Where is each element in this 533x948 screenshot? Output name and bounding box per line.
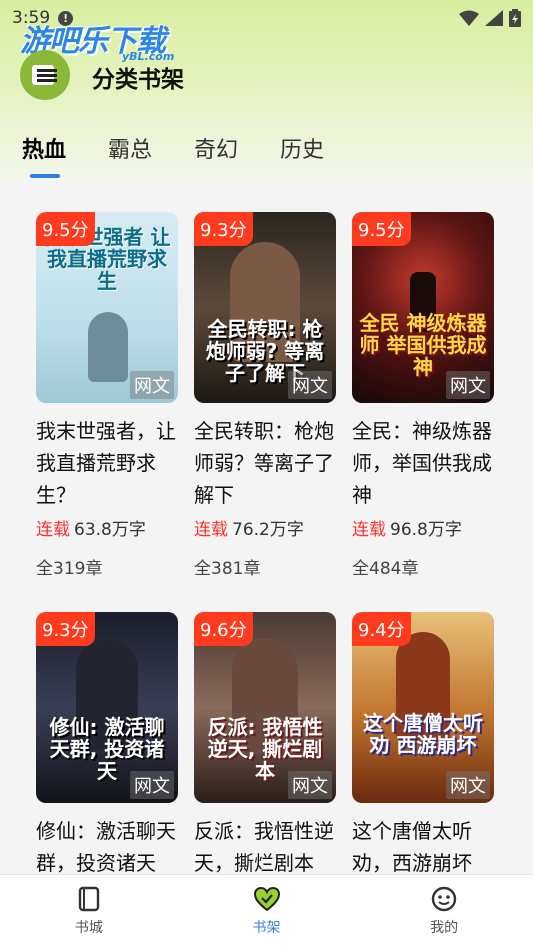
nav-label: 我的	[430, 920, 459, 936]
genre-tag: 网文	[446, 371, 490, 399]
nav-label: 书架	[252, 920, 281, 936]
score-badge: 9.3分	[194, 212, 253, 246]
nav-bookshelf[interactable]: 书架	[178, 875, 356, 948]
book-card[interactable]: 我末世强者 让我直播荒野求生 9.5分 网文 我末世强者，让我直播荒野求生？ 连…	[36, 212, 178, 579]
smile-icon	[431, 886, 457, 912]
book-icon	[78, 886, 100, 912]
nav-profile[interactable]: 我的	[355, 875, 533, 948]
book-meta: 连载 76.2万字	[194, 515, 336, 540]
tab-rexue[interactable]: 热血	[22, 132, 66, 164]
bottom-nav: 书城 书架 我的	[0, 874, 533, 948]
nav-bookstore[interactable]: 书城	[0, 875, 178, 948]
serial-status: 连载	[36, 520, 70, 540]
book-cover[interactable]: 这个唐僧太听劝 西游崩坏 9.4分 网文	[352, 612, 494, 803]
serial-status: 连载	[194, 520, 228, 540]
word-count: 76.2万字	[232, 520, 304, 540]
score-badge: 9.5分	[352, 212, 411, 246]
genre-tag: 网文	[130, 771, 174, 799]
book-title[interactable]: 全民转职：枪炮师弱？等离子了解下	[194, 415, 336, 511]
category-tabs: 热血 霸总 奇幻 历史	[22, 132, 366, 164]
book-card[interactable]: 全民 神级炼器师 举国供我成神 9.5分 网文 全民：神级炼器师，举国供我成神 …	[352, 212, 494, 579]
page-title: 分类书架	[92, 67, 184, 93]
book-title[interactable]: 我末世强者，让我直播荒野求生？	[36, 415, 178, 511]
book-cover[interactable]: 反派: 我悟性逆天, 撕烂剧本 9.6分 网文	[194, 612, 336, 803]
chapter-count: 全319章	[36, 559, 103, 579]
book-meta: 连载 63.8万字	[36, 515, 178, 540]
genre-tag: 网文	[288, 371, 332, 399]
book-cover[interactable]: 修仙: 激活聊天群, 投资诸天 9.3分 网文	[36, 612, 178, 803]
signal-icon	[485, 10, 503, 26]
score-badge: 9.4分	[352, 612, 411, 646]
word-count: 63.8万字	[74, 520, 146, 540]
book-card[interactable]: 这个唐僧太听劝 西游崩坏 9.4分 网文 这个唐僧太听劝，西游崩坏	[352, 612, 494, 911]
score-badge: 9.3分	[36, 612, 95, 646]
book-meta: 连载 96.8万字	[352, 515, 494, 540]
tab-indicator	[30, 174, 60, 178]
heart-icon	[253, 886, 280, 912]
chapter-count: 全381章	[194, 559, 261, 579]
chapter-count: 全484章	[352, 559, 419, 579]
serial-status: 连载	[352, 520, 386, 540]
cover-title: 这个唐僧太听劝 西游崩坏	[363, 711, 483, 757]
book-card[interactable]: 修仙: 激活聊天群, 投资诸天 9.3分 网文 修仙：激活聊天群，投资诸天	[36, 612, 178, 911]
genre-tag: 网文	[446, 771, 490, 799]
tab-lishi[interactable]: 历史	[280, 132, 324, 164]
battery-icon	[509, 9, 521, 27]
app-logo	[20, 50, 70, 100]
book-cover[interactable]: 全民 神级炼器师 举国供我成神 9.5分 网文	[352, 212, 494, 403]
genre-tag: 网文	[288, 771, 332, 799]
book-cover[interactable]: 我末世强者 让我直播荒野求生 9.5分 网文	[36, 212, 178, 403]
score-badge: 9.6分	[194, 612, 253, 646]
book-card[interactable]: 全民转职: 枪炮师弱? 等离子了解下 9.3分 网文 全民转职：枪炮师弱？等离子…	[194, 212, 336, 579]
cover-title: 全民 神级炼器师 举国供我成神	[359, 311, 487, 379]
tab-qihuan[interactable]: 奇幻	[194, 132, 238, 164]
nav-label: 书城	[74, 920, 103, 936]
score-badge: 9.5分	[36, 212, 95, 246]
logo-icon	[32, 65, 57, 85]
word-count: 96.8万字	[390, 520, 462, 540]
tab-bazong[interactable]: 霸总	[108, 132, 152, 164]
cover-figure	[88, 312, 128, 382]
book-title[interactable]: 全民：神级炼器师，举国供我成神	[352, 415, 494, 511]
wifi-icon	[459, 10, 479, 26]
book-cover[interactable]: 全民转职: 枪炮师弱? 等离子了解下 9.3分 网文	[194, 212, 336, 403]
book-grid: 我末世强者 让我直播荒野求生 9.5分 网文 我末世强者，让我直播荒野求生？ 连…	[36, 212, 506, 911]
genre-tag: 网文	[130, 371, 174, 399]
book-card[interactable]: 反派: 我悟性逆天, 撕烂剧本 9.6分 网文 反派：我悟性逆天，撕烂剧本	[194, 612, 336, 911]
